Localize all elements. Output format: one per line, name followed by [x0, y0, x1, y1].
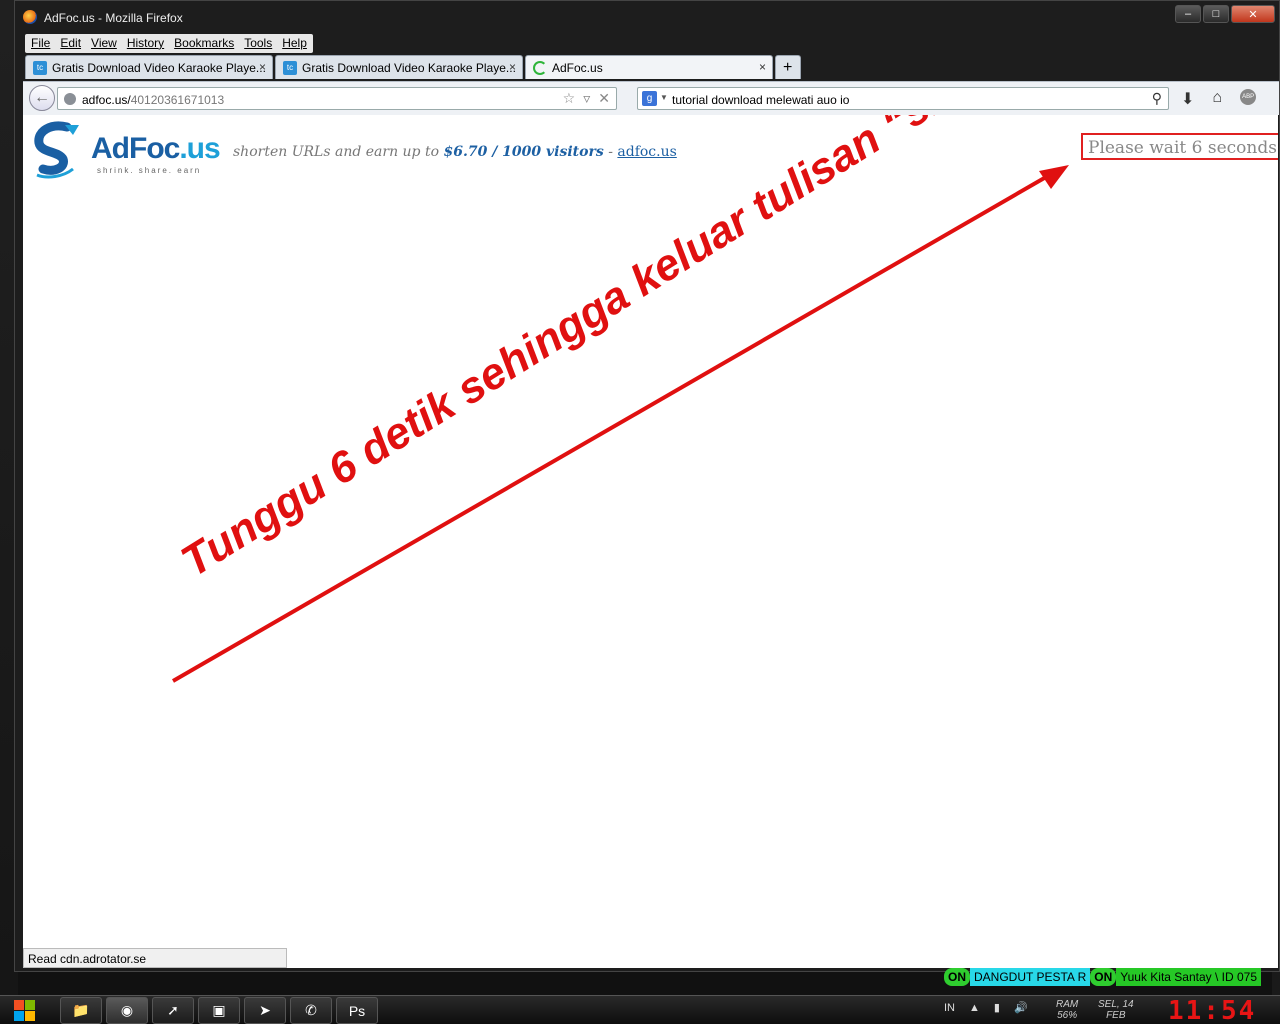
url-domain: adfoc.us/	[82, 93, 131, 107]
arrow-head	[1039, 165, 1069, 189]
search-icon[interactable]: ⚲	[1152, 90, 1162, 107]
minimize-button[interactable]: –	[1175, 5, 1201, 23]
bookmark-star-icon[interactable]: ☆	[563, 90, 576, 107]
title-bar: AdFoc.us - Mozilla Firefox – □ ✕	[15, 1, 1279, 33]
url-text[interactable]: adfoc.us/40120361671013	[82, 93, 224, 107]
start-button[interactable]	[14, 1000, 36, 1022]
engine-dropdown-icon[interactable]: ▼	[660, 93, 668, 102]
ticker-on-badge: ON	[944, 968, 970, 986]
network-icon[interactable]: ▮	[994, 1001, 1000, 1014]
navigation-toolbar: ← adfoc.us/40120361671013 ☆ ▿ ✕ g ▼ tuto…	[23, 81, 1279, 115]
stop-icon[interactable]: ✕	[598, 90, 610, 107]
page-content: AdFoc.us shrink. share. earn shorten URL…	[23, 115, 1278, 968]
tab-label: Gratis Download Video Karaoke Playe...	[52, 61, 266, 75]
menu-edit[interactable]: Edit	[60, 36, 81, 51]
window-controls: – □ ✕	[1175, 5, 1275, 23]
url-path: 40120361671013	[130, 93, 225, 107]
menu-history[interactable]: History	[127, 36, 164, 51]
clock[interactable]: 11:54	[1168, 996, 1256, 1024]
tab-label: Gratis Download Video Karaoke Playe...	[302, 61, 516, 75]
tab-label: AdFoc.us	[552, 61, 603, 75]
system-tray: IN ▲ ▮ 🔊	[944, 1001, 1028, 1015]
window-taskbar-icon[interactable]: ▣	[198, 997, 240, 1024]
menu-bookmarks[interactable]: Bookmarks	[174, 36, 234, 51]
adblock-icon[interactable]: ABP	[1240, 89, 1257, 105]
app-taskbar-icon[interactable]: ➚	[152, 997, 194, 1024]
menu-tools[interactable]: Tools	[244, 36, 272, 51]
date-month: FEB	[1106, 1010, 1126, 1021]
ram-value: 56%	[1057, 1010, 1078, 1021]
tab-close-icon[interactable]: ×	[509, 60, 516, 74]
url-bar[interactable]: adfoc.us/40120361671013 ☆ ▿ ✕	[57, 87, 617, 110]
ticker-on-badge: ON	[1090, 968, 1117, 986]
new-tab-button[interactable]: +	[775, 55, 801, 79]
download-icon[interactable]: ⬇	[1181, 89, 1194, 109]
menu-bar: File Edit View History Bookmarks Tools H…	[25, 34, 313, 53]
tab-adfocus[interactable]: AdFoc.us ×	[525, 55, 773, 79]
status-bar: Read cdn.adrotator.se	[23, 948, 287, 968]
menu-view[interactable]: View	[91, 36, 117, 51]
globe-icon	[64, 93, 76, 105]
date-day: SEL, 14	[1098, 999, 1134, 1010]
firefox-taskbar-icon[interactable]: ◉	[106, 997, 148, 1024]
explorer-taskbar-icon[interactable]: 📁	[60, 997, 102, 1024]
tab-karaoke-2[interactable]: tc Gratis Download Video Karaoke Playe..…	[275, 55, 523, 79]
window-title: AdFoc.us - Mozilla Firefox	[44, 11, 183, 25]
ticker-item[interactable]: Yuuk Kita Santay \ ID 075	[1116, 968, 1262, 986]
url-actions: ☆ ▿ ✕	[563, 90, 610, 107]
back-button[interactable]: ←	[29, 85, 55, 111]
site-favicon-icon: tc	[33, 61, 47, 75]
ticker-widget: ON DANGDUT PESTA R ON Yuuk Kita Santay \…	[944, 967, 1262, 987]
photoshop-taskbar-icon[interactable]: Ps	[336, 997, 378, 1024]
date-display: SEL, 14 FEB	[1098, 999, 1134, 1021]
menu-file[interactable]: File	[31, 36, 50, 51]
tab-strip: tc Gratis Download Video Karaoke Playe..…	[25, 55, 801, 80]
tray-expand-icon[interactable]: ▲	[969, 1002, 980, 1014]
telegram-taskbar-icon[interactable]: ➤	[244, 997, 286, 1024]
search-bar[interactable]: g ▼ tutorial download melewati auo io ⚲	[637, 87, 1169, 110]
toolbar-icons: ⬇ ⌂ ABP	[1181, 89, 1257, 109]
site-favicon-icon: tc	[283, 61, 297, 75]
ticker-item[interactable]: DANGDUT PESTA R	[970, 968, 1091, 986]
whatsapp-taskbar-icon[interactable]: ✆	[290, 997, 332, 1024]
home-icon[interactable]: ⌂	[1212, 89, 1222, 109]
tab-close-icon[interactable]: ×	[759, 60, 766, 74]
loading-spinner-icon	[533, 61, 547, 75]
taskbar: 📁 ◉ ➚ ▣ ➤ ✆ Ps IN ▲ ▮ 🔊 RAM 56% SEL, 14 …	[0, 995, 1280, 1024]
volume-icon[interactable]: 🔊	[1014, 1001, 1028, 1014]
ram-label: RAM	[1056, 999, 1079, 1010]
history-dropdown-icon[interactable]: ▿	[583, 90, 590, 107]
language-indicator[interactable]: IN	[944, 1002, 955, 1014]
google-icon[interactable]: g	[642, 91, 657, 106]
ram-meter: RAM 56%	[1056, 999, 1078, 1021]
close-window-button[interactable]: ✕	[1231, 5, 1275, 23]
arrow-line	[172, 171, 1054, 683]
search-input[interactable]: tutorial download melewati auo io	[672, 93, 849, 107]
maximize-button[interactable]: □	[1203, 5, 1229, 23]
tab-close-icon[interactable]: ×	[259, 60, 266, 74]
menu-help[interactable]: Help	[282, 36, 307, 51]
tab-karaoke-1[interactable]: tc Gratis Download Video Karaoke Playe..…	[25, 55, 273, 79]
firefox-icon	[23, 10, 37, 24]
